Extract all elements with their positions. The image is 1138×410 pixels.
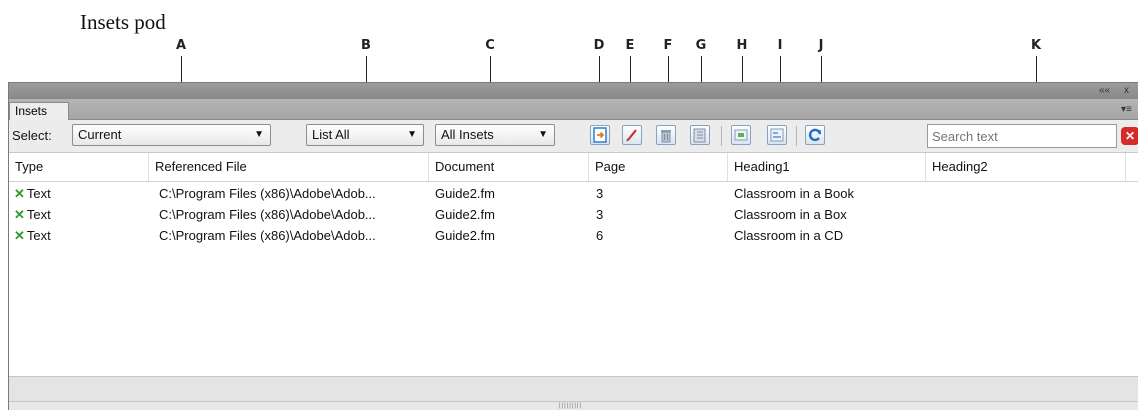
resize-bar[interactable]: |||||||||: [9, 401, 1138, 410]
row-document: Guide2.fm: [435, 207, 495, 222]
chevron-down-icon: ▼: [538, 129, 548, 140]
chevron-down-icon: ▼: [407, 129, 417, 140]
column-header-document[interactable]: Document: [429, 153, 589, 181]
table-header: Type Referenced File Document Page Headi…: [9, 153, 1138, 182]
callout-d: D: [593, 38, 605, 53]
callout-a: A: [175, 38, 187, 53]
text-inset-icon: ✕: [14, 207, 25, 222]
tab-insets[interactable]: Insets: [9, 102, 69, 120]
toolbar-separator: [721, 126, 722, 146]
pencil-icon: [626, 129, 637, 142]
table-row[interactable]: ✕ Text C:\Program Files (x86)\Adobe\Adob.…: [9, 226, 1138, 246]
row-page: 3: [596, 207, 604, 222]
refresh-icon: [808, 128, 822, 142]
list-dropdown[interactable]: List All ▼: [306, 124, 424, 146]
row-referenced-file: C:\Program Files (x86)\Adobe\Adob...: [159, 228, 376, 243]
trash-list-icon: [693, 128, 706, 143]
column-header-heading2[interactable]: Heading2: [926, 153, 1126, 181]
callout-k: K: [1030, 38, 1042, 53]
column-header-referenced-file[interactable]: Referenced File: [149, 153, 429, 181]
delete-inset-button[interactable]: [656, 125, 676, 145]
column-header-heading1[interactable]: Heading1: [728, 153, 926, 181]
callout-h: H: [736, 38, 748, 53]
text-inset-icon: ✕: [14, 228, 25, 243]
inset-type-value: All Insets: [441, 127, 494, 142]
toolbar-separator: [796, 126, 797, 146]
convert-button[interactable]: [731, 125, 751, 145]
table-row[interactable]: ✕ Text C:\Program Files (x86)\Adobe\Adob.…: [9, 184, 1138, 204]
row-page: 3: [596, 186, 604, 201]
tab-strip: Insets ▾≡: [9, 99, 1138, 120]
update-properties-button[interactable]: [767, 125, 787, 145]
chevron-down-icon: ▼: [254, 129, 264, 140]
import-inset-button[interactable]: [590, 125, 610, 145]
insets-toolbar: Select: Current ▼ List All ▼ All Insets …: [9, 120, 1138, 153]
resize-grip-icon[interactable]: |||||||||: [559, 403, 582, 409]
callout-f: F: [663, 38, 673, 53]
clear-search-icon[interactable]: ✕: [1121, 127, 1138, 145]
import-icon: [593, 127, 607, 143]
list-value: List All: [312, 127, 350, 142]
insets-table: Type Referenced File Document Page Headi…: [9, 153, 1138, 376]
refresh-button[interactable]: [805, 125, 825, 145]
row-referenced-file: C:\Program Files (x86)\Adobe\Adob...: [159, 186, 376, 201]
scope-dropdown[interactable]: Current ▼: [72, 124, 271, 146]
trash-icon: [661, 130, 671, 143]
close-icon[interactable]: x: [1124, 85, 1129, 96]
row-type: Text: [26, 228, 51, 243]
select-label: Select:: [12, 128, 52, 143]
inset-type-dropdown[interactable]: All Insets ▼: [435, 124, 555, 146]
column-header-type[interactable]: Type: [9, 153, 149, 181]
search-input[interactable]: [927, 124, 1117, 148]
row-type: Text: [26, 186, 51, 201]
row-heading1: Classroom in a Book: [734, 186, 854, 201]
scope-value: Current: [78, 127, 122, 142]
row-page: 6: [596, 228, 604, 243]
row-document: Guide2.fm: [435, 228, 495, 243]
row-heading1: Classroom in a CD: [734, 228, 844, 243]
properties-icon: [770, 128, 784, 142]
row-type: Text: [26, 207, 51, 222]
edit-inset-button[interactable]: [622, 125, 642, 145]
callout-g: G: [695, 38, 707, 53]
delete-all-button[interactable]: [690, 125, 710, 145]
figure-title: Insets pod: [80, 10, 166, 34]
table-row[interactable]: ✕ Text C:\Program Files (x86)\Adobe\Adob.…: [9, 205, 1138, 225]
callout-c: C: [485, 38, 495, 53]
convert-icon: [734, 129, 748, 141]
callout-j: J: [818, 38, 824, 53]
column-header-page[interactable]: Page: [589, 153, 728, 181]
callout-b: B: [361, 38, 371, 53]
text-inset-icon: ✕: [14, 186, 25, 201]
pod-title-bar: «« x: [9, 83, 1138, 99]
callout-e: E: [625, 38, 635, 53]
row-heading1: Classroom in a Box: [734, 207, 847, 222]
panel-menu-icon[interactable]: ▾≡: [1121, 104, 1132, 115]
row-document: Guide2.fm: [435, 186, 495, 201]
row-referenced-file: C:\Program Files (x86)\Adobe\Adob...: [159, 207, 376, 222]
insets-pod: «« x Insets ▾≡ Select: Current ▼ List Al…: [8, 82, 1138, 410]
callout-i: I: [777, 38, 783, 53]
collapse-icon[interactable]: ««: [1099, 85, 1110, 96]
status-bar: [9, 376, 1138, 402]
